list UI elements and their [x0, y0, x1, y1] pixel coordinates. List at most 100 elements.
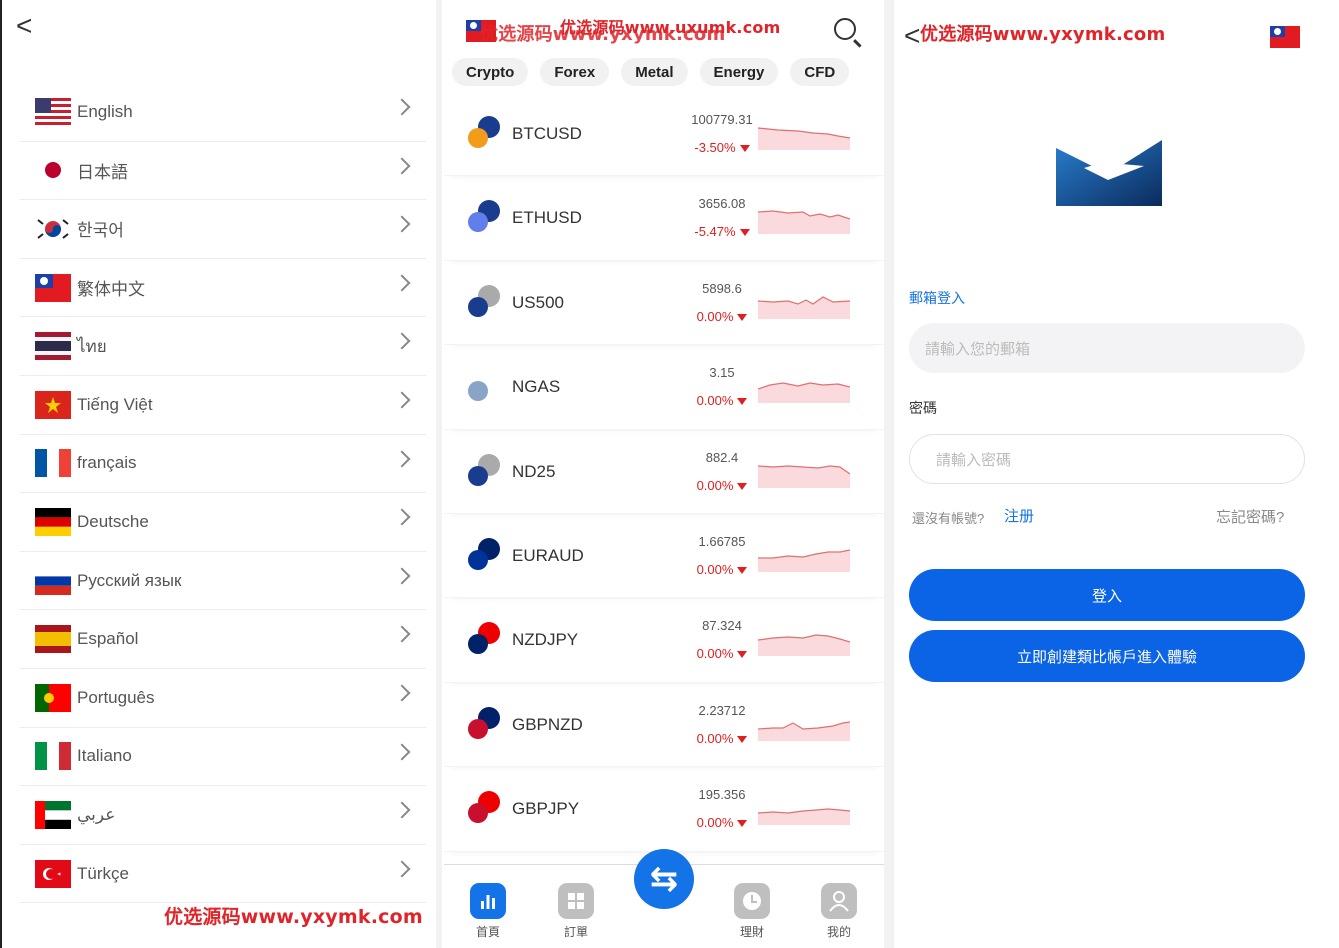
- symbol: GBPJPY: [512, 799, 580, 819]
- language-item[interactable]: français: [20, 435, 426, 494]
- language-item[interactable]: English: [20, 83, 426, 142]
- chevron-right-icon: [393, 860, 411, 878]
- market-row[interactable]: US500 5898.6 0.00%: [444, 261, 884, 346]
- germany-flag-icon: [35, 507, 71, 536]
- search-icon[interactable]: [834, 18, 856, 40]
- pair-icon: [468, 284, 502, 319]
- register-link[interactable]: 注册: [1004, 505, 1034, 526]
- language-item[interactable]: Español: [20, 610, 426, 669]
- symbol: NGAS: [512, 377, 561, 397]
- demo-account-button[interactable]: 立即創建類比帳戶進入體驗: [909, 630, 1305, 682]
- turkey-flag-icon: [35, 859, 71, 888]
- language-panel: < English 日本語 한국어 繁体中文 ไทย Tiếng Việt français…: [0, 0, 436, 948]
- price: 3656.08: [698, 196, 746, 212]
- pair-icon: [468, 369, 502, 403]
- market-tab[interactable]: CFD: [790, 58, 850, 86]
- market-row[interactable]: NZDJPY 87.324 0.00%: [444, 598, 884, 683]
- language-label: Italiano: [77, 746, 132, 766]
- language-item[interactable]: Português: [20, 669, 426, 728]
- market-tab[interactable]: Energy: [699, 58, 779, 86]
- email-field[interactable]: 請輸入您的郵箱: [909, 323, 1305, 373]
- chevron-right-icon: [393, 98, 411, 116]
- market-row[interactable]: ND25 882.4 0.00%: [444, 430, 884, 514]
- language-label: Español: [77, 629, 139, 649]
- back-arrow-icon[interactable]: <: [904, 22, 920, 50]
- password-field[interactable]: 請輸入密碼: [909, 434, 1305, 484]
- language-item[interactable]: 한국어: [20, 200, 426, 259]
- language-item[interactable]: Türkçe: [20, 845, 426, 904]
- market-row[interactable]: GBPNZD 2.23712 0.00%: [444, 683, 884, 768]
- korea-flag-icon: [35, 215, 71, 243]
- chevron-right-icon: [393, 508, 411, 526]
- symbol: ETHUSD: [512, 208, 582, 228]
- sparkline: [758, 382, 850, 404]
- language-item[interactable]: Tiếng Việt: [20, 376, 426, 435]
- login-button[interactable]: 登入: [909, 569, 1305, 621]
- russia-flag-icon: [35, 566, 71, 595]
- language-item[interactable]: Italiano: [20, 728, 426, 787]
- language-item[interactable]: عربي: [20, 786, 426, 845]
- language-item[interactable]: 日本語: [20, 142, 426, 201]
- chevron-right-icon: [393, 157, 411, 175]
- change-percent: 0.00%: [672, 815, 772, 830]
- pair-icon: [468, 453, 502, 488]
- nav-finance[interactable]: 理財: [732, 883, 772, 940]
- language-item[interactable]: Deutsche: [20, 493, 426, 552]
- language-label: Tiếng Việt: [77, 394, 153, 414]
- panel-divider: [436, 0, 442, 948]
- watermark: 优选源码www.uxumk.com: [560, 18, 781, 37]
- chevron-right-icon: [393, 684, 411, 702]
- pair-icon: [468, 537, 502, 572]
- language-label: Türkçe: [77, 863, 129, 883]
- language-label: 日本語: [77, 162, 128, 182]
- pair-icon: [468, 706, 502, 741]
- forgot-password-link[interactable]: 忘記密碼?: [1216, 506, 1284, 527]
- sparkline: [758, 296, 850, 319]
- vietnam-flag-icon: [35, 390, 71, 419]
- nav-label: 理財: [739, 925, 764, 939]
- sparkline: [758, 808, 850, 826]
- chevron-right-icon: [393, 332, 411, 350]
- login-panel: < 优选源码www.yxymk.com 郵箱登入 請輸入您的郵箱 密碼 請輸入密…: [894, 0, 1334, 948]
- chevron-right-icon: [393, 625, 411, 643]
- language-item[interactable]: ไทย: [20, 317, 426, 376]
- pair-icon: [468, 791, 502, 825]
- market-row[interactable]: GBPJPY 195.356 0.00%: [444, 767, 884, 852]
- pair-icon: [468, 116, 502, 150]
- back-arrow-icon[interactable]: <: [16, 12, 32, 40]
- market-row[interactable]: NGAS 3.15 0.00%: [444, 345, 884, 430]
- market-row[interactable]: ETHUSD 3656.08 -5.47%: [444, 176, 884, 261]
- price: 1.66785: [698, 533, 746, 549]
- language-item[interactable]: 繁体中文: [20, 259, 426, 318]
- sparkline: [758, 721, 850, 741]
- market-row[interactable]: BTCUSD 100779.31 -3.50%: [444, 92, 884, 177]
- sparkline: [758, 464, 850, 488]
- pair-icon: [468, 622, 502, 656]
- market-tab[interactable]: Forex: [540, 58, 610, 86]
- market-header: 优选源码www.yxymk.com 优选源码www.uxumk.com: [444, 0, 884, 50]
- nav-profile[interactable]: 我的: [819, 883, 859, 940]
- nav-label: 訂單: [563, 925, 588, 939]
- market-row[interactable]: EURAUD 1.66785 0.00%: [444, 514, 884, 599]
- language-label: 한국어: [77, 221, 124, 241]
- market-tabs: Crypto Forex Metal Energy CFD: [452, 58, 850, 86]
- price: 2.23712: [698, 702, 746, 718]
- price: 3.15: [709, 365, 735, 381]
- price: 87.324: [702, 618, 742, 634]
- market-tab[interactable]: Metal: [621, 58, 688, 86]
- no-account-text: 還沒有帳號?: [912, 511, 985, 526]
- language-item[interactable]: Русский язык: [20, 552, 426, 611]
- language-label: 繁体中文: [77, 280, 145, 300]
- market-tab[interactable]: Crypto: [452, 58, 529, 86]
- us-flag-icon: [35, 97, 71, 126]
- language-label: عربي: [77, 804, 116, 824]
- chevron-right-icon: [393, 215, 411, 233]
- price: 5898.6: [702, 280, 742, 296]
- uae-flag-icon: [35, 800, 71, 829]
- nav-home[interactable]: 首頁: [468, 883, 508, 940]
- email-login-label: 郵箱登入: [909, 290, 965, 306]
- swap-icon[interactable]: [634, 849, 694, 909]
- nav-orders[interactable]: 訂單: [556, 883, 596, 940]
- symbol: EURAUD: [512, 545, 584, 565]
- taiwan-flag-icon[interactable]: [1270, 26, 1300, 48]
